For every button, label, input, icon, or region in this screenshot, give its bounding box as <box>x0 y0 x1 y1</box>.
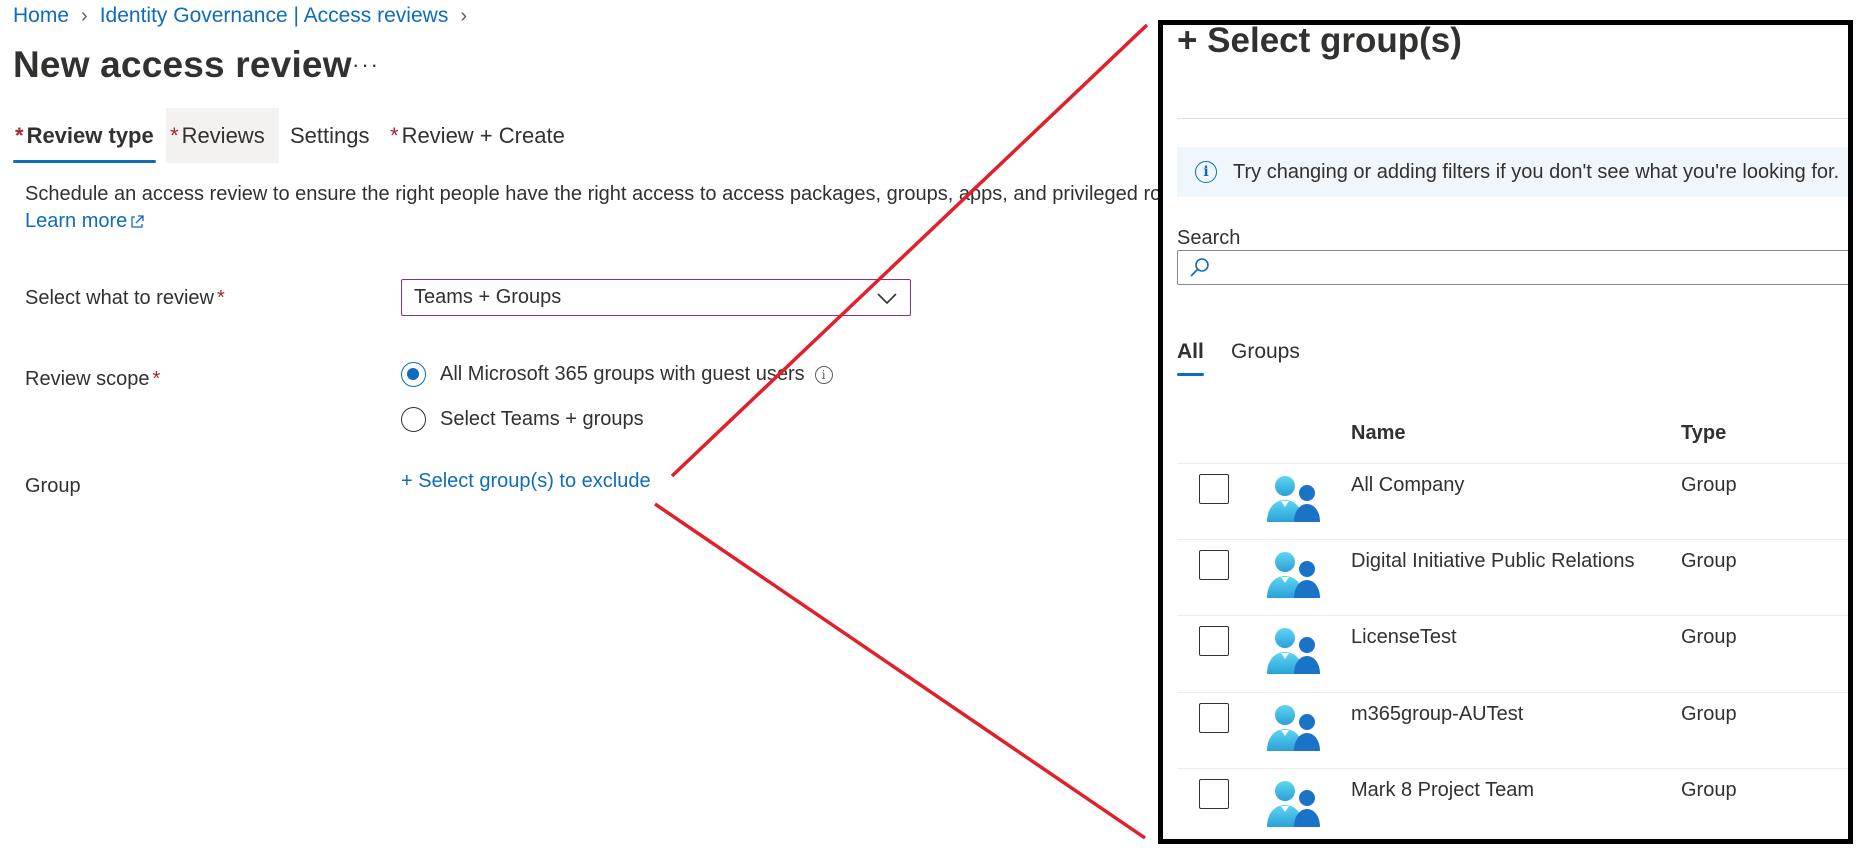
search-label: Search <box>1177 227 1241 249</box>
search-icon <box>1190 258 1209 277</box>
required-mark: * <box>170 122 179 148</box>
chevron-right-icon: › <box>460 4 467 27</box>
table-row[interactable]: LicenseTest Group <box>1177 615 1848 691</box>
breadcrumb-home-link[interactable]: Home <box>13 4 69 28</box>
learn-more-link[interactable]: Learn more <box>25 210 145 233</box>
tab-label: Reviews <box>181 122 265 148</box>
group-type: Group <box>1681 626 1737 648</box>
scope-option-all-m365-guests[interactable]: All Microsoft 365 groups with guest user… <box>401 362 833 387</box>
learn-more-label: Learn more <box>25 210 128 232</box>
row-checkbox[interactable] <box>1199 703 1229 733</box>
radio-button[interactable] <box>401 407 426 432</box>
required-mark: * <box>152 368 161 390</box>
review-type-dropdown[interactable]: Teams + Groups <box>401 279 911 316</box>
tab-review-create[interactable]: * Review + Create <box>386 108 569 163</box>
group-icon <box>1267 705 1320 751</box>
group-type: Group <box>1681 550 1737 572</box>
dropdown-value: Teams + Groups <box>414 286 562 308</box>
group-name: Mark 8 Project Team <box>1351 779 1535 801</box>
scope-option-select-teams-groups[interactable]: Select Teams + groups <box>401 407 644 432</box>
description-text: Schedule an access review to ensure the … <box>25 183 1193 205</box>
table-row[interactable]: m365group-AUTest Group <box>1177 692 1848 768</box>
group-icon <box>1267 476 1320 522</box>
select-groups-to-exclude-link[interactable]: + Select group(s) to exclude <box>401 470 651 493</box>
table-row[interactable]: Mark 8 Project Team Group <box>1177 768 1848 839</box>
info-icon: i <box>1195 161 1217 183</box>
group-type: Group <box>1681 474 1737 496</box>
column-header-name[interactable]: Name <box>1351 422 1405 445</box>
info-icon[interactable]: i <box>814 365 833 384</box>
tab-settings[interactable]: Settings <box>286 108 374 163</box>
table-row[interactable]: Digital Initiative Public Relations Grou… <box>1177 539 1848 615</box>
page-title: New access review <box>13 44 352 85</box>
group-label: Group <box>25 475 81 497</box>
select-what-to-review-label: Select what to review * <box>25 287 225 310</box>
external-link-icon <box>131 214 144 228</box>
select-groups-panel: + Select group(s) i Try changing or addi… <box>1158 20 1853 844</box>
row-checkbox[interactable] <box>1199 626 1229 656</box>
info-message-bar: i Try changing or adding filters if you … <box>1177 147 1848 197</box>
panel-title: + Select group(s) <box>1177 21 1462 60</box>
group-name: All Company <box>1351 474 1465 496</box>
required-mark: * <box>390 122 399 148</box>
breadcrumb: Home › Identity Governance | Access revi… <box>13 4 479 28</box>
radio-button[interactable] <box>401 362 426 387</box>
required-mark: * <box>15 122 24 148</box>
group-type: Group <box>1681 703 1737 725</box>
radio-label: All Microsoft 365 groups with guest user… <box>440 363 805 385</box>
group-name: Digital Initiative Public Relations <box>1351 550 1635 572</box>
column-header-type[interactable]: Type <box>1681 422 1726 445</box>
info-message-text: Try changing or adding filters if you do… <box>1233 160 1840 183</box>
callout-line-top <box>670 23 1149 478</box>
callout-line-bottom <box>654 502 1146 840</box>
label-text: Select what to review <box>25 287 214 309</box>
tab-groups[interactable]: Groups <box>1231 340 1300 376</box>
divider <box>1177 118 1848 119</box>
review-scope-label: Review scope * <box>25 368 160 391</box>
group-icon <box>1267 781 1320 827</box>
group-icon <box>1267 552 1320 598</box>
group-type: Group <box>1681 779 1737 801</box>
chevron-down-icon <box>877 293 897 305</box>
chevron-right-icon: › <box>81 4 88 27</box>
more-icon[interactable]: ··· <box>352 52 380 78</box>
radio-label: Select Teams + groups <box>440 408 644 430</box>
search-input[interactable] <box>1177 250 1848 285</box>
tab-review-type[interactable]: * Review type <box>11 108 158 163</box>
required-mark: * <box>216 287 225 309</box>
group-name: m365group-AUTest <box>1351 703 1524 725</box>
row-checkbox[interactable] <box>1199 779 1229 809</box>
breadcrumb-access-reviews-link[interactable]: Identity Governance | Access reviews <box>100 4 449 28</box>
label-text: Review scope <box>25 368 150 390</box>
table-row[interactable]: All Company Group <box>1177 463 1848 539</box>
tab-reviews[interactable]: * Reviews <box>166 108 279 163</box>
tab-label: Settings <box>290 122 370 148</box>
group-icon <box>1267 628 1320 674</box>
row-checkbox[interactable] <box>1199 474 1229 504</box>
tab-label: Review + Create <box>401 122 565 148</box>
tab-label: Review type <box>26 122 154 148</box>
group-name: LicenseTest <box>1351 626 1457 648</box>
row-checkbox[interactable] <box>1199 550 1229 580</box>
tab-all[interactable]: All <box>1177 340 1204 376</box>
